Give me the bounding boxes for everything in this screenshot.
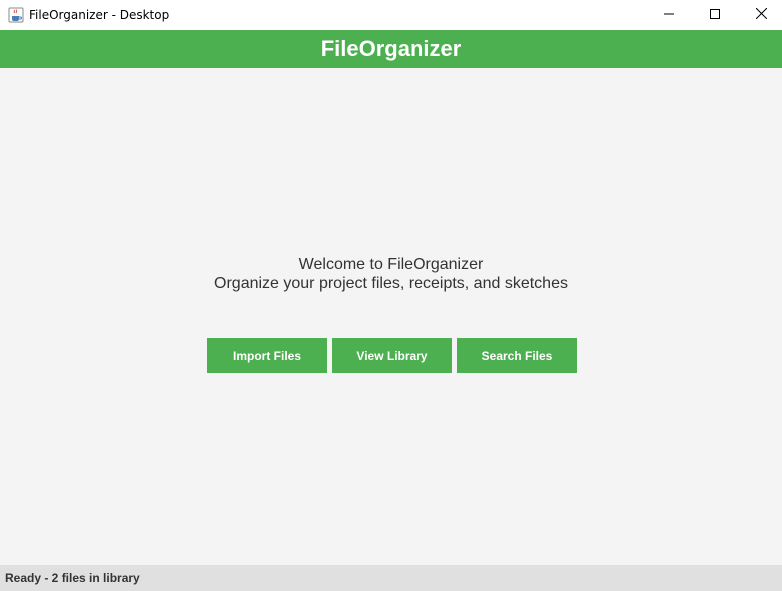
status-text: Ready - 2 files in library xyxy=(5,571,140,585)
close-button[interactable] xyxy=(738,0,782,30)
minimize-icon xyxy=(664,6,674,24)
welcome-subtitle: Organize your project files, receipts, a… xyxy=(214,275,568,292)
minimize-button[interactable] xyxy=(646,0,692,30)
window-titlebar[interactable]: FileOrganizer - Desktop xyxy=(0,0,782,30)
search-files-button[interactable]: Search Files xyxy=(457,338,577,373)
welcome-heading: Welcome to FileOrganizer xyxy=(298,256,484,273)
main-content: Welcome to FileOrganizer Organize your p… xyxy=(0,68,782,565)
view-library-button[interactable]: View Library xyxy=(332,338,452,373)
maximize-icon xyxy=(710,6,720,24)
app-title: FileOrganizer xyxy=(320,36,462,61)
close-icon xyxy=(755,6,767,24)
action-buttons: Import Files View Library Search Files xyxy=(207,338,577,373)
app-header: FileOrganizer xyxy=(0,30,782,68)
java-coffee-cup-icon xyxy=(8,7,24,23)
window-title: FileOrganizer - Desktop xyxy=(29,8,170,22)
welcome-message: Welcome to FileOrganizer Organize your p… xyxy=(0,255,782,293)
maximize-button[interactable] xyxy=(692,0,738,30)
status-bar: Ready - 2 files in library xyxy=(0,565,782,591)
import-files-button[interactable]: Import Files xyxy=(207,338,327,373)
